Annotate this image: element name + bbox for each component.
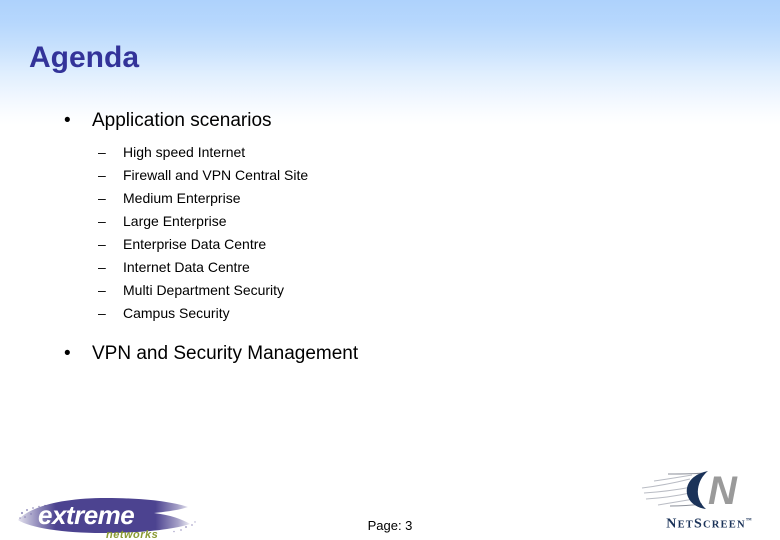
sub-bullet-label: Firewall and VPN Central Site	[123, 167, 309, 183]
sub-bullet-label: Large Enterprise	[123, 213, 227, 229]
networks-wordmark: networks	[106, 529, 158, 540]
crescent-c-shape	[686, 471, 708, 509]
netscreen-logo: N NETSCREEN™	[640, 468, 776, 532]
bullet-label: Application scenarios	[92, 110, 272, 131]
dash-icon: –	[98, 190, 106, 206]
wordmark-et: ET	[677, 519, 694, 531]
dash-icon: –	[98, 167, 106, 183]
sub-bullet-enterprise-data-centre: – Enterprise Data Centre	[0, 233, 780, 256]
dash-icon: –	[98, 213, 106, 229]
bullet-label: VPN and Security Management	[92, 343, 359, 364]
sub-bullet-list: – High speed Internet – Firewall and VPN…	[0, 141, 780, 325]
sub-bullet-label: High speed Internet	[123, 144, 246, 160]
bullet-application-scenarios: • Application scenarios	[0, 108, 780, 134]
dash-icon: –	[98, 144, 106, 160]
page-title: Agenda	[29, 41, 140, 74]
extreme-networks-logo-svg: extreme networks	[18, 498, 196, 540]
wordmark-creen: CREEN	[702, 519, 746, 531]
sub-bullet-label: Multi Department Security	[123, 282, 285, 298]
sub-bullet-campus-security: – Campus Security	[0, 302, 780, 325]
trademark-symbol: ™	[745, 518, 752, 524]
radiating-lines	[641, 474, 695, 506]
sub-bullet-label: Internet Data Centre	[123, 259, 250, 275]
sub-bullet-medium-enterprise: – Medium Enterprise	[0, 187, 780, 210]
sub-bullet-internet-data-centre: – Internet Data Centre	[0, 256, 780, 279]
slide: Agenda • Application scenarios – High sp…	[0, 0, 780, 540]
sub-bullet-large-enterprise: – Large Enterprise	[0, 210, 780, 233]
sub-bullet-label: Medium Enterprise	[123, 190, 241, 206]
sub-bullet-label: Enterprise Data Centre	[123, 236, 267, 252]
dash-icon: –	[98, 305, 106, 321]
content-body: • Application scenarios – High speed Int…	[0, 108, 780, 369]
bullet-dot-icon: •	[64, 110, 71, 131]
sub-bullet-high-speed-internet: – High speed Internet	[0, 141, 780, 164]
bullet-dot-icon: •	[64, 343, 71, 364]
wordmark-s: S	[693, 516, 703, 532]
extreme-networks-logo: extreme networks	[14, 494, 199, 540]
sub-bullet-multi-department-security: – Multi Department Security	[0, 279, 780, 302]
wordmark-n: N	[666, 516, 678, 532]
dash-icon: –	[98, 236, 106, 252]
sub-bullet-label: Campus Security	[123, 305, 230, 321]
dash-icon: –	[98, 282, 106, 298]
netscreen-n-letter: N	[708, 469, 738, 510]
netscreen-mark-icon: N	[641, 469, 738, 510]
bullet-vpn-and-security-management: • VPN and Security Management	[0, 341, 780, 367]
dash-icon: –	[98, 259, 106, 275]
netscreen-wordmark: NETSCREEN™	[642, 512, 776, 532]
sub-bullet-firewall-and-vpn-central-site: – Firewall and VPN Central Site	[0, 164, 780, 187]
extreme-wordmark: extreme	[38, 500, 134, 530]
